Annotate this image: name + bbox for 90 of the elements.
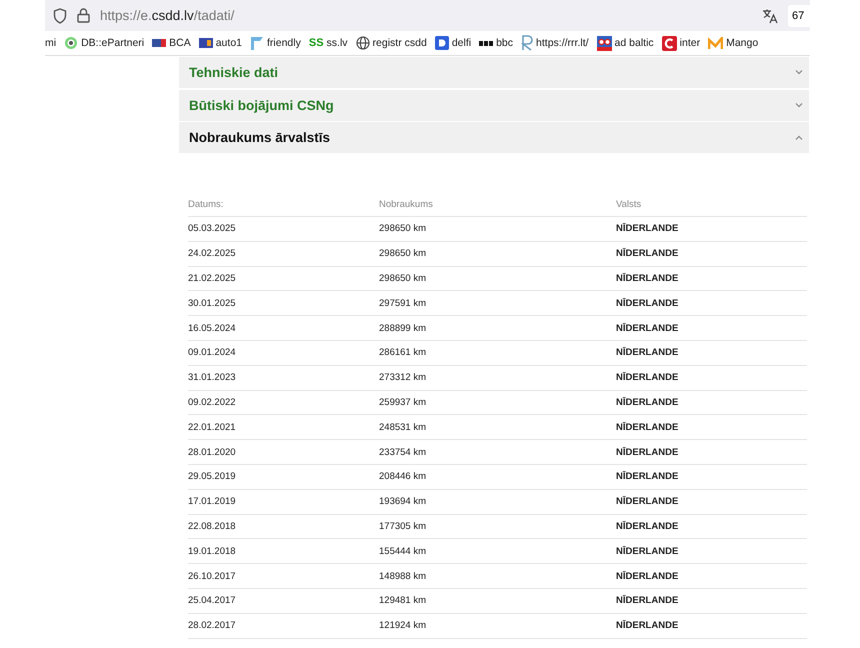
bookmark-link[interactable]: auto1 bbox=[216, 37, 242, 49]
flag-icon bbox=[152, 39, 166, 47]
accordion-header[interactable]: Nobraukums ārvalstīs bbox=[179, 122, 809, 153]
table-cell: 155444 km bbox=[379, 546, 426, 557]
ring-icon bbox=[64, 36, 78, 50]
tile-icon bbox=[662, 36, 677, 50]
tile-icon bbox=[198, 38, 213, 48]
bookmark-link[interactable]: friendly bbox=[267, 37, 301, 49]
bookmark-link[interactable]: inter bbox=[680, 37, 700, 49]
bookmark-link[interactable]: delfi bbox=[452, 37, 472, 49]
table-cell: NĪDERLANDE bbox=[616, 272, 678, 284]
bookmark-link[interactable]: bbc bbox=[496, 37, 514, 49]
table-cell: 28.01.2020 bbox=[188, 446, 236, 458]
table-cell: 129481 km bbox=[379, 595, 426, 606]
chevron-down-icon bbox=[795, 102, 803, 108]
table-cell: 177305 km bbox=[379, 520, 426, 532]
table-cell: 248531 km bbox=[379, 422, 426, 433]
table-cell: 286161 km bbox=[379, 347, 426, 358]
table-cell: NĪDERLANDE bbox=[616, 298, 678, 309]
table-cell: 208446 km bbox=[379, 471, 426, 482]
table-cell: 21.02.2025 bbox=[188, 272, 236, 284]
url-field[interactable]: https://e.csdd.lv/tadati/ bbox=[100, 8, 752, 23]
table-cell: 298650 km bbox=[379, 272, 426, 284]
table-cell: 24.02.2025 bbox=[188, 248, 236, 260]
badge-icon bbox=[596, 36, 612, 50]
table-cell: NĪDERLANDE bbox=[616, 471, 678, 482]
table-cell: 28.02.2017 bbox=[188, 620, 236, 632]
table-cell: NĪDERLANDE bbox=[616, 322, 678, 334]
zoom-level[interactable]: 67 bbox=[788, 4, 810, 26]
table-cell: 16.05.2024 bbox=[188, 322, 236, 334]
table-cell: 09.02.2022 bbox=[188, 396, 236, 408]
table-cell: 273312 km bbox=[379, 372, 426, 384]
bookmark-link[interactable]: registr csdd bbox=[372, 37, 427, 49]
translate-icon[interactable] bbox=[762, 8, 778, 24]
bookmark-link[interactable]: ad baltic bbox=[614, 37, 654, 49]
chevron-up-icon bbox=[795, 135, 803, 140]
table-cell: 288899 km bbox=[379, 322, 426, 334]
table-cell: 17.01.2019 bbox=[188, 496, 236, 508]
table-cell: NĪDERLANDE bbox=[616, 396, 678, 408]
table-cell: 148988 km bbox=[379, 570, 426, 582]
table-cell: NĪDERLANDE bbox=[616, 372, 678, 384]
column-header: Datums: bbox=[188, 198, 224, 210]
table-cell: 30.01.2025 bbox=[188, 298, 236, 309]
m-icon bbox=[708, 36, 724, 50]
table-cell: 05.03.2025 bbox=[188, 223, 236, 234]
table-cell: 233754 km bbox=[379, 446, 426, 458]
bookmark-link[interactable]: ss.lv bbox=[326, 37, 348, 49]
table-cell: NĪDERLANDE bbox=[616, 248, 678, 260]
table-cell: 298650 km bbox=[379, 223, 426, 234]
accordion-header[interactable]: Būtiski bojājumi CSNg bbox=[179, 90, 809, 120]
bookmark-link[interactable]: BCA bbox=[169, 37, 191, 49]
chevron-down-icon bbox=[795, 70, 803, 75]
table-cell: NĪDERLANDE bbox=[616, 546, 678, 557]
bookmark-link[interactable]: DB::ePartneri bbox=[81, 37, 144, 49]
table-cell: NĪDERLANDE bbox=[616, 620, 678, 632]
outline-icon bbox=[521, 35, 534, 51]
table-cell: NĪDERLANDE bbox=[616, 570, 678, 582]
table-cell: 193694 km bbox=[379, 496, 426, 508]
table-cell: NĪDERLANDE bbox=[616, 446, 678, 458]
table-cell: NĪDERLANDE bbox=[616, 347, 678, 358]
table-cell: NĪDERLANDE bbox=[616, 520, 678, 532]
bookmark-link[interactable]: Mango bbox=[726, 37, 758, 49]
accordion-header[interactable]: Tehniskie dati bbox=[179, 57, 809, 88]
table-cell: 121924 km bbox=[379, 620, 426, 632]
blocks-icon bbox=[479, 40, 494, 46]
table-cell: 31.01.2023 bbox=[188, 372, 236, 384]
shield-icon[interactable] bbox=[53, 8, 67, 24]
column-header: Nobraukums bbox=[379, 198, 433, 210]
table-cell: 297591 km bbox=[379, 298, 426, 309]
table-cell: NĪDERLANDE bbox=[616, 223, 678, 234]
table-cell: 09.01.2024 bbox=[188, 347, 236, 358]
bookmark-link[interactable]: mi bbox=[45, 37, 56, 49]
banner-icon bbox=[250, 36, 264, 50]
globe-icon bbox=[356, 36, 370, 50]
table-cell: 22.08.2018 bbox=[188, 520, 236, 532]
table-cell: NĪDERLANDE bbox=[616, 422, 678, 433]
table-cell: 19.01.2018 bbox=[188, 546, 236, 557]
logo-text: SS bbox=[308, 37, 324, 49]
table-cell: 22.01.2021 bbox=[188, 422, 236, 433]
table-cell: NĪDERLANDE bbox=[616, 496, 678, 508]
table-cell: 25.04.2017 bbox=[188, 595, 236, 606]
table-cell: 298650 km bbox=[379, 248, 426, 260]
column-header: Valsts bbox=[616, 198, 642, 210]
table-cell: 29.05.2019 bbox=[188, 471, 236, 482]
lock-icon[interactable] bbox=[77, 8, 90, 23]
table-cell: 259937 km bbox=[379, 396, 426, 408]
table-cell: 26.10.2017 bbox=[188, 570, 236, 582]
table-cell: NĪDERLANDE bbox=[616, 595, 678, 606]
bookmark-link[interactable]: https://rrr.lt/ bbox=[536, 37, 589, 49]
tile-icon bbox=[434, 36, 449, 50]
